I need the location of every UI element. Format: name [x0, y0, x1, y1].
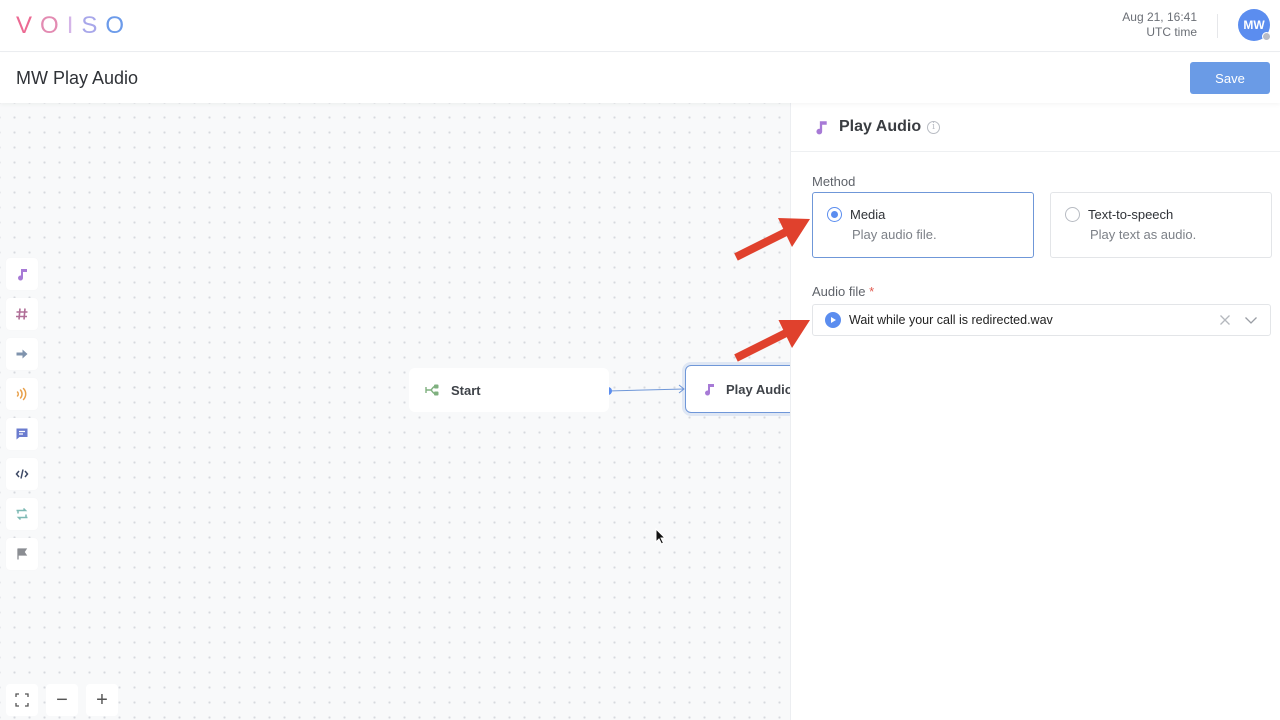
method-label: Method — [812, 174, 856, 189]
option-description: Play audio file. — [852, 227, 937, 242]
node-label: Start — [451, 382, 481, 398]
flow-start-icon — [425, 384, 439, 396]
method-option-media[interactable]: Media Play audio file. — [812, 192, 1034, 258]
audio-file-select[interactable]: Wait while your call is redirected.wav — [812, 304, 1271, 336]
zoom-out-button[interactable]: − — [46, 684, 78, 716]
tool-broadcast[interactable] — [6, 378, 38, 410]
required-mark: * — [869, 284, 875, 299]
tool-play-audio[interactable] — [6, 258, 38, 290]
audio-file-value: Wait while your call is redirected.wav — [849, 313, 1053, 327]
broadcast-icon — [16, 387, 27, 401]
option-description: Play text as audio. — [1090, 227, 1197, 242]
chevron-down-icon[interactable] — [1244, 313, 1258, 327]
save-button[interactable]: Save — [1190, 62, 1270, 94]
date-text: Aug 21, 16:41 — [1122, 10, 1197, 24]
logo-letter: I — [66, 12, 82, 39]
chat-icon — [16, 428, 28, 440]
radio-tts[interactable] — [1065, 207, 1080, 222]
option-title: Media — [850, 207, 886, 222]
page-title: MW Play Audio — [16, 68, 139, 88]
arrow-right-icon — [16, 349, 28, 359]
tool-end[interactable] — [6, 538, 38, 570]
music-note-icon — [816, 121, 827, 135]
tool-code[interactable] — [6, 458, 38, 490]
tool-redirect[interactable] — [6, 338, 38, 370]
title-bar: MW Play Audio Save — [0, 53, 1280, 103]
music-note-icon — [18, 269, 27, 281]
flag-icon — [17, 548, 28, 560]
radio-media[interactable] — [827, 207, 842, 222]
properties-panel: Play Audio i Method Media Play audio fil… — [790, 103, 1280, 720]
zoom-controls: − + — [6, 684, 126, 716]
play-icon[interactable] — [825, 312, 841, 328]
hash-icon — [16, 308, 28, 320]
flow-canvas[interactable]: Start Play Audio − + — [0, 103, 790, 720]
audio-file-label: Audio file * — [812, 284, 874, 299]
node-toolbox — [6, 258, 38, 578]
fit-view-button[interactable] — [6, 684, 38, 716]
node-play-audio[interactable]: Play Audio — [685, 365, 790, 413]
node-label: Play Audio — [726, 381, 790, 397]
method-option-tts[interactable]: Text-to-speech Play text as audio. — [1050, 192, 1272, 258]
option-title: Text-to-speech — [1088, 207, 1174, 222]
logo-letter: S — [81, 12, 106, 39]
top-bar: VOISO Aug 21, 16:41 UTC time MW — [0, 0, 1280, 52]
panel-title: Play Audio — [839, 118, 922, 135]
tool-hash[interactable] — [6, 298, 38, 330]
logo-letter: O — [40, 12, 67, 39]
panel-header: Play Audio i — [791, 103, 1280, 152]
logo-letter: O — [105, 12, 133, 39]
tool-message[interactable] — [6, 418, 38, 450]
flow-edge — [604, 384, 685, 395]
divider — [1217, 14, 1218, 38]
mouse-cursor-icon — [655, 528, 667, 545]
voiso-logo[interactable]: VOISO — [16, 12, 132, 40]
clear-icon[interactable] — [1218, 313, 1232, 327]
fit-screen-icon — [15, 693, 29, 707]
timezone-text: UTC time — [1146, 25, 1197, 39]
datetime: Aug 21, 16:41 UTC time — [1122, 10, 1197, 40]
node-start[interactable]: Start — [409, 368, 609, 412]
music-note-icon — [705, 384, 714, 396]
tool-loop[interactable] — [6, 498, 38, 530]
audio-file-label-text: Audio file — [812, 284, 866, 299]
repeat-icon — [16, 507, 28, 521]
code-icon — [15, 469, 29, 479]
logo-letter: V — [16, 12, 41, 39]
status-indicator — [1262, 32, 1271, 41]
info-icon[interactable]: i — [927, 120, 941, 134]
zoom-in-button[interactable]: + — [86, 684, 118, 716]
